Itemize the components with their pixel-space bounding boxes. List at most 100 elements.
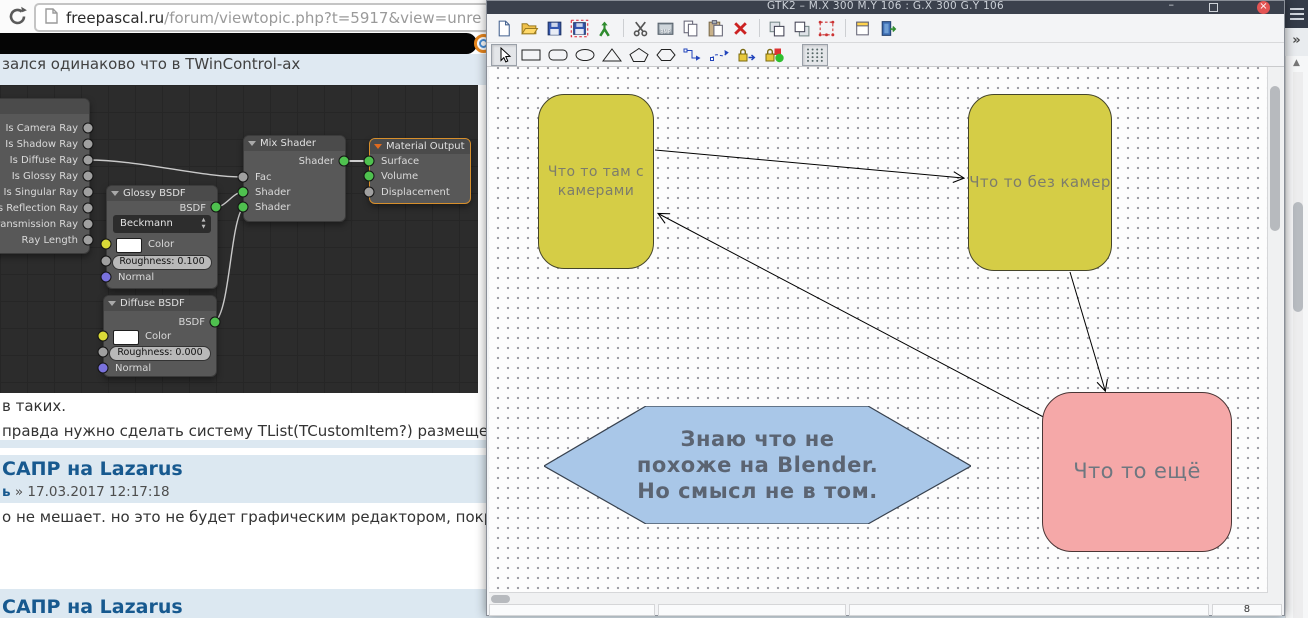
socket-green[interactable] xyxy=(364,171,375,182)
bookmarks-overflow[interactable]: » xyxy=(1285,28,1308,56)
select-icon xyxy=(493,47,515,63)
shape-no-cameras[interactable]: Что то без камер xyxy=(968,94,1112,271)
polyline-connector-tool-button[interactable] xyxy=(680,44,706,66)
ellipse-tool-button[interactable] xyxy=(572,44,598,66)
hexagon-icon xyxy=(655,47,677,63)
menu-icon[interactable] xyxy=(1290,8,1304,23)
socket-green[interactable] xyxy=(364,156,375,167)
scroll-up-icon[interactable]: ▲ xyxy=(1293,58,1300,68)
socket-gray[interactable] xyxy=(83,235,94,246)
hscrollbar-thumb[interactable] xyxy=(491,595,510,603)
exit-button[interactable] xyxy=(878,19,897,38)
gtk-titlebar[interactable]: GTK2 – M.X 300 M.Y 106 : G.X 300 G.Y 106… xyxy=(487,1,1284,14)
browser-header-right xyxy=(1285,0,1308,28)
delete-icon xyxy=(731,19,750,38)
pentagon-tool-button[interactable] xyxy=(626,44,652,66)
connector-cameras-to-nocameras[interactable] xyxy=(655,150,963,178)
socket-gray[interactable] xyxy=(83,139,94,150)
socket-gray[interactable] xyxy=(83,219,94,230)
select-tool-button[interactable] xyxy=(491,44,517,66)
socket-purple[interactable] xyxy=(101,272,112,283)
socket-yellow[interactable] xyxy=(98,331,109,342)
node-diffuse-bsdf[interactable]: Diffuse BSDF BSDF Color Roughness: 0.000… xyxy=(103,295,217,377)
status-cell-2 xyxy=(658,604,846,616)
new-button[interactable] xyxy=(495,19,514,38)
send-back-button[interactable] xyxy=(792,19,811,38)
socket-yellow[interactable] xyxy=(101,239,112,250)
topic-title-link[interactable]: САПР на Lazarus xyxy=(2,596,183,618)
shape-cameras[interactable]: Что то там скамерами xyxy=(538,94,654,269)
curve-connector-icon xyxy=(709,47,731,63)
triangle-tool-button[interactable] xyxy=(599,44,625,66)
socket-gray[interactable] xyxy=(364,187,375,198)
mix-input-label: Shader xyxy=(244,200,345,216)
distribution-dropdown[interactable]: Beckmann▲▼ xyxy=(113,215,211,233)
open-button[interactable] xyxy=(520,19,539,38)
socket-gray[interactable] xyxy=(83,171,94,182)
browser-scrollbar-thumb[interactable] xyxy=(1293,202,1303,312)
node-light-path[interactable]: Light Path Is Camera RayIs Shadow RayIs … xyxy=(0,98,90,254)
bring-front-button[interactable] xyxy=(767,19,786,38)
socket-gray[interactable] xyxy=(83,187,94,198)
export-bmp-button[interactable]: BMP xyxy=(656,19,675,38)
author-link[interactable]: ь xyxy=(2,484,11,500)
socket-gray[interactable] xyxy=(98,347,109,358)
socket-gray[interactable] xyxy=(83,155,94,166)
socket-green[interactable] xyxy=(210,317,221,328)
canvas-vscrollbar[interactable] xyxy=(1267,67,1283,592)
merge-button[interactable] xyxy=(595,19,614,38)
socket-green[interactable] xyxy=(238,187,249,198)
collapse-triangle-icon[interactable] xyxy=(108,301,116,306)
vscrollbar-thumb[interactable] xyxy=(1270,86,1280,231)
minimize-button[interactable]: – xyxy=(1169,1,1175,11)
node-material-output[interactable]: Material Output SurfaceVolumeDisplacemen… xyxy=(369,138,471,204)
shape-something-else[interactable]: Что то ещё xyxy=(1042,392,1232,552)
delete-button[interactable] xyxy=(731,19,750,38)
lock-move-icon xyxy=(736,47,758,63)
roughness-slider[interactable]: Roughness: 0.000 xyxy=(109,346,211,361)
curve-connector-tool-button[interactable] xyxy=(707,44,733,66)
roughness-slider[interactable]: Roughness: 0.100 xyxy=(112,255,212,270)
save-as-button[interactable] xyxy=(570,19,589,38)
light-path-output-label: Is Singular Ray xyxy=(0,185,89,201)
maximize-button[interactable] xyxy=(1209,3,1218,12)
url-bar[interactable]: freepascal.ru/forum/viewtopic.php?t=5917… xyxy=(34,3,490,32)
collapse-triangle-icon[interactable] xyxy=(248,141,256,146)
site-header-bar xyxy=(0,33,477,54)
dropdown-spinner-icon: ▲▼ xyxy=(200,217,207,231)
rectangle-tool-button[interactable] xyxy=(518,44,544,66)
shape-hexagon-note[interactable]: Знаю что непохоже на Blender.Но смысл не… xyxy=(544,406,971,524)
topic-title-link[interactable]: САПР на Lazarus xyxy=(2,458,183,480)
browser-scrollbar[interactable] xyxy=(1293,72,1303,618)
socket-gray[interactable] xyxy=(83,203,94,214)
exit-icon xyxy=(878,19,897,38)
rounded-rectangle-tool-button[interactable] xyxy=(545,44,571,66)
cut-button[interactable] xyxy=(631,19,650,38)
new-page-button[interactable] xyxy=(853,19,872,38)
lock-move-tool-button[interactable] xyxy=(734,44,760,66)
light-path-output-label: Is Diffuse Ray xyxy=(0,153,89,169)
socket-green[interactable] xyxy=(339,156,350,167)
socket-purple[interactable] xyxy=(98,363,109,374)
collapse-triangle-icon[interactable] xyxy=(111,191,119,196)
save-button[interactable] xyxy=(545,19,564,38)
reload-button[interactable] xyxy=(6,5,29,28)
socket-green[interactable] xyxy=(211,202,222,213)
socket-green[interactable] xyxy=(238,202,249,213)
select-region-button[interactable] xyxy=(817,19,836,38)
socket-gray[interactable] xyxy=(238,172,249,183)
forum-topic-header: САПР на Lazarus ь » 17.03.2017 12:17:18 xyxy=(0,455,486,503)
paste-button[interactable] xyxy=(706,19,725,38)
socket-gray[interactable] xyxy=(101,256,112,267)
socket-gray[interactable] xyxy=(83,123,94,134)
grid-toggle-tool-button[interactable] xyxy=(802,44,828,66)
collapse-triangle-icon[interactable] xyxy=(374,144,382,149)
diagram-canvas[interactable]: Что то там скамерами Что то без камер Что … xyxy=(489,67,1269,592)
lock-color-tool-button[interactable] xyxy=(761,44,787,66)
hexagon-tool-button[interactable] xyxy=(653,44,679,66)
connector-nocameras-to-else[interactable] xyxy=(1070,272,1105,390)
close-button[interactable]: × xyxy=(1257,1,1270,14)
node-mix-shader[interactable]: Mix Shader Shader FacShaderShader xyxy=(243,135,346,222)
copy-button[interactable] xyxy=(681,19,700,38)
node-glossy-bsdf[interactable]: Glossy BSDF BSDF Beckmann▲▼ Color Roughn… xyxy=(106,185,218,289)
